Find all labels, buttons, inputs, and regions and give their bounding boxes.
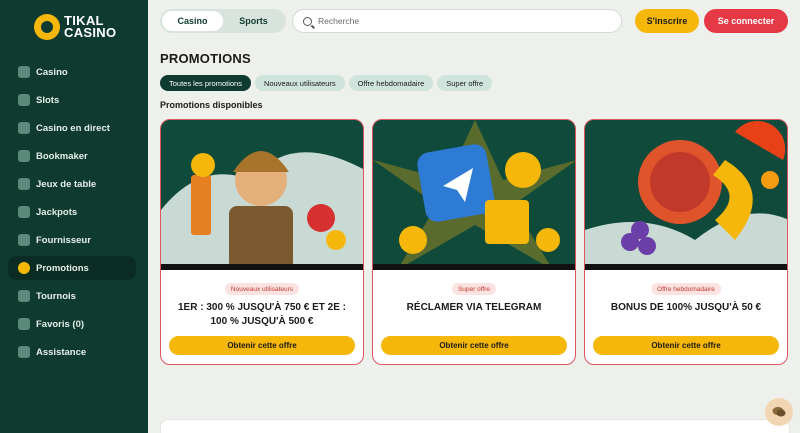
sidebar-item-support[interactable]: Assistance <box>8 340 136 364</box>
casino-icon <box>18 66 30 78</box>
filter-new-users[interactable]: Nouveaux utilisateurs <box>254 75 345 91</box>
trophy-icon <box>18 290 30 302</box>
search-input[interactable]: Recherche <box>292 9 622 33</box>
chat-icon <box>772 407 786 417</box>
section-subtitle: Promotions disponibles <box>160 100 263 110</box>
logo[interactable]: TIKAL CASINO <box>34 14 116 40</box>
cards-icon <box>18 178 30 190</box>
sidebar-item-bookmaker[interactable]: Bookmaker <box>8 144 136 168</box>
sidebar-item-table-games[interactable]: Jeux de table <box>8 172 136 196</box>
product-tabs: Casino Sports <box>160 9 286 33</box>
promo-title: RÉCLAMER VIA TELEGRAM <box>406 302 542 313</box>
percent-icon <box>18 262 30 274</box>
fruits-illustration <box>585 120 787 270</box>
sidebar: TIKAL CASINO Casino Slots Casino en dire… <box>0 0 148 433</box>
signup-button[interactable]: S'inscrire <box>635 9 699 33</box>
tab-sports[interactable]: Sports <box>223 11 284 31</box>
provider-icon <box>18 234 30 246</box>
tikal-logo-icon <box>34 14 60 40</box>
sidebar-nav: Casino Slots Casino en direct Bookmaker … <box>8 60 136 368</box>
promo-card[interactable]: Super offre RÉCLAMER VIA TELEGRAM Obteni… <box>372 119 576 365</box>
telegram-illustration <box>373 120 575 270</box>
tab-casino[interactable]: Casino <box>162 11 223 31</box>
promo-title: BONUS DE 100% JUSQU'À 50 € <box>610 302 762 313</box>
support-icon <box>18 346 30 358</box>
bottom-panel <box>160 419 790 433</box>
sidebar-item-provider[interactable]: Fournisseur <box>8 228 136 252</box>
spade-icon <box>18 122 30 134</box>
star-icon <box>18 206 30 218</box>
promo-badge: Super offre <box>451 283 497 295</box>
logo-line2: CASINO <box>64 25 117 40</box>
filter-weekly[interactable]: Offre hebdomadaire <box>348 75 434 91</box>
promo-title: 1ER : 300 % JUSQU'À 750 € ET 2E : 100 % … <box>177 302 346 327</box>
promo-filters: Toutes les promotions Nouveaux utilisate… <box>160 75 493 91</box>
promo-image-fruits <box>585 120 787 270</box>
search-placeholder: Recherche <box>318 16 360 26</box>
chat-button[interactable] <box>765 398 793 426</box>
sidebar-item-favorites[interactable]: Favoris (0) <box>8 312 136 336</box>
sidebar-item-promotions[interactable]: Promotions <box>8 256 136 280</box>
sidebar-item-jackpots[interactable]: Jackpots <box>8 200 136 224</box>
filter-all[interactable]: Toutes les promotions <box>160 75 251 91</box>
promo-badge: Nouveaux utilisateurs <box>224 283 300 295</box>
get-offer-button[interactable]: Obtenir cette offre <box>593 336 779 355</box>
sidebar-item-casino[interactable]: Casino <box>8 60 136 84</box>
login-button[interactable]: Se connecter <box>704 9 788 33</box>
heart-icon <box>18 318 30 330</box>
page-title: PROMOTIONS <box>160 51 251 66</box>
sidebar-item-live-casino[interactable]: Casino en direct <box>8 116 136 140</box>
promo-card[interactable]: Nouveaux utilisateurs 1ER : 300 % JUSQU'… <box>160 119 364 365</box>
promo-badge: Offre hebdomadaire <box>651 283 721 295</box>
search-icon <box>303 16 312 26</box>
sidebar-item-tournaments[interactable]: Tournois <box>8 284 136 308</box>
get-offer-button[interactable]: Obtenir cette offre <box>381 336 567 355</box>
promo-card[interactable]: Offre hebdomadaire BONUS DE 100% JUSQU'À… <box>584 119 788 365</box>
get-offer-button[interactable]: Obtenir cette offre <box>169 336 355 355</box>
ball-icon <box>18 150 30 162</box>
promo-image-adventurer <box>161 120 363 270</box>
filter-super[interactable]: Super offre <box>437 75 493 91</box>
slots-icon <box>18 94 30 106</box>
sidebar-item-slots[interactable]: Slots <box>8 88 136 112</box>
promo-image-telegram <box>373 120 575 270</box>
adventurer-illustration <box>161 120 363 270</box>
